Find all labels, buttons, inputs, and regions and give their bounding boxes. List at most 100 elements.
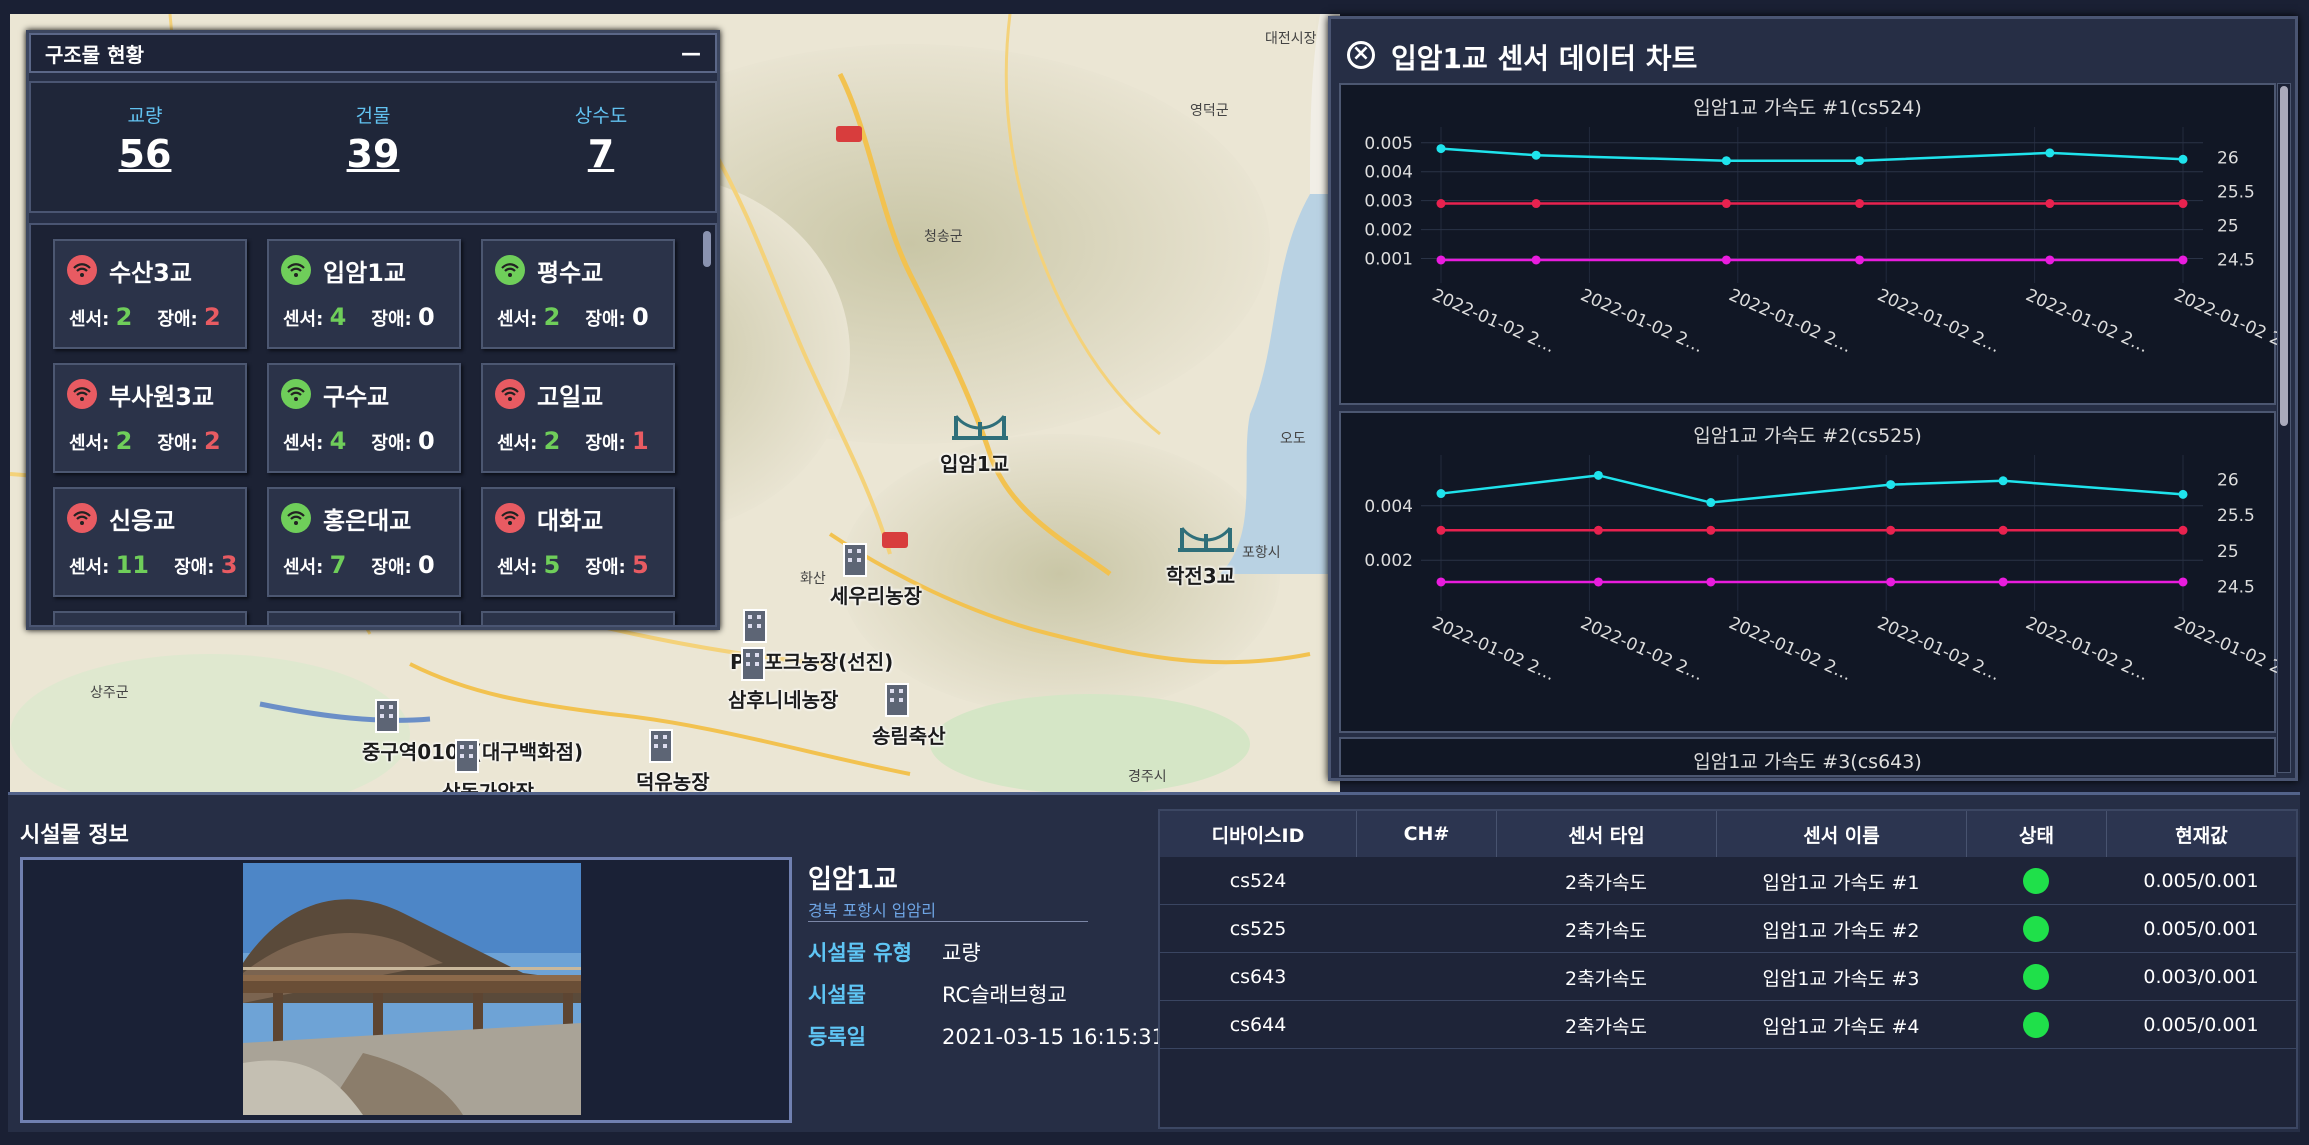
structure-card[interactable]: [267, 611, 461, 625]
data-point[interactable]: [1855, 255, 1865, 265]
sensor-label: 센서:: [497, 433, 538, 454]
count-value[interactable]: 7: [487, 132, 715, 176]
structure-card-name: 대화교: [537, 507, 604, 535]
x-tick-label: 2022-01-02 2…: [1874, 613, 2003, 685]
chart-3: 입암1교 가속도 #3(cs643): [1339, 737, 2276, 777]
data-point[interactable]: [1436, 255, 1446, 265]
y2-tick-label: 25: [2217, 542, 2239, 562]
y-tick-label: 0.002: [1364, 551, 1413, 571]
table-row[interactable]: cs644 2축가속도 입암1교 가속도 #4 0.005/0.001: [1160, 1001, 2296, 1049]
data-point[interactable]: [1998, 577, 2008, 587]
col-header-sensor-name[interactable]: 센서 이름: [1716, 811, 1966, 857]
wifi-icon: [495, 379, 525, 409]
data-point[interactable]: [1436, 525, 1446, 535]
map-site-label[interactable]: 세우리농장: [830, 580, 922, 609]
data-point[interactable]: [1706, 577, 1716, 587]
data-point[interactable]: [2178, 489, 2188, 499]
table-row[interactable]: cs525 2축가속도 입암1교 가속도 #2 0.005/0.001: [1160, 905, 2296, 953]
data-point[interactable]: [1706, 498, 1716, 508]
x-tick-label: 2022-01-02 2…: [2171, 285, 2278, 357]
table-row[interactable]: cs524 2축가속도 입암1교 가속도 #1 0.005/0.001: [1160, 857, 2296, 905]
structure-card[interactable]: 입암1교 센서: 4 장애: 0: [267, 239, 461, 349]
structure-card[interactable]: 평수교 센서: 2 장애: 0: [481, 239, 675, 349]
close-icon[interactable]: ×: [1347, 41, 1375, 69]
data-point[interactable]: [2178, 199, 2188, 209]
data-point[interactable]: [1531, 255, 1541, 265]
map-site-label[interactable]: 덕유농장: [636, 766, 710, 794]
fault-count: 0: [418, 303, 435, 331]
wifi-icon: [67, 255, 97, 285]
data-point[interactable]: [1721, 255, 1731, 265]
count-value[interactable]: 39: [259, 132, 487, 176]
data-point[interactable]: [1998, 525, 2008, 535]
chart-scrollbar[interactable]: [2277, 83, 2291, 773]
structure-card[interactable]: [481, 611, 675, 625]
structure-card[interactable]: 부사원3교 센서: 2 장애: 2: [53, 363, 247, 473]
fault-count: 0: [418, 427, 435, 455]
data-point[interactable]: [1436, 199, 1446, 209]
structure-card[interactable]: 대화교 센서: 5 장애: 5: [481, 487, 675, 597]
data-point[interactable]: [2178, 255, 2188, 265]
data-point[interactable]: [1436, 144, 1446, 154]
data-point[interactable]: [1436, 577, 1446, 587]
data-point[interactable]: [1531, 199, 1541, 209]
data-point[interactable]: [2178, 154, 2188, 164]
data-point[interactable]: [1886, 480, 1896, 490]
data-point[interactable]: [2178, 577, 2188, 587]
count-buildings[interactable]: 건물 39: [259, 83, 487, 211]
table-row[interactable]: cs643 2축가속도 입암1교 가속도 #3 0.003/0.001: [1160, 953, 2296, 1001]
table-cell-value: 0.005/0.001: [2143, 918, 2259, 940]
structure-card[interactable]: [53, 611, 247, 625]
data-point[interactable]: [1886, 577, 1896, 587]
count-value[interactable]: 56: [31, 132, 259, 176]
card-list-scrollbar[interactable]: [703, 231, 711, 267]
chart-scrollbar-thumb[interactable]: [2280, 86, 2288, 426]
facility-name: 입암1교: [808, 865, 898, 895]
col-header-sensor-type[interactable]: 센서 타입: [1496, 811, 1716, 857]
count-bridges[interactable]: 교량 56: [31, 83, 259, 211]
data-point[interactable]: [1721, 156, 1731, 166]
data-point[interactable]: [2045, 255, 2055, 265]
count-waterworks[interactable]: 상수도 7: [487, 83, 715, 211]
structure-card[interactable]: 홍은대교 센서: 7 장애: 0: [267, 487, 461, 597]
data-point[interactable]: [2045, 148, 2055, 158]
sensor-count: 11: [115, 551, 150, 579]
map-site-label[interactable]: 학전3교: [1166, 560, 1235, 589]
table-cell-id: cs644: [1229, 1014, 1287, 1036]
y-tick-label: 0.003: [1364, 192, 1413, 212]
structure-card-list[interactable]: 수산3교 센서: 2 장애: 2 입암1교 센서: 4 장애: 0 평수교 센서: 2 장…: [29, 223, 717, 627]
data-point[interactable]: [2045, 199, 2055, 209]
x-tick-label: 2022-01-02 2…: [1577, 613, 1706, 685]
col-header-ch[interactable]: CH#: [1356, 811, 1496, 857]
col-header-device-id[interactable]: 디바이스ID: [1160, 811, 1356, 857]
data-point[interactable]: [1855, 156, 1865, 166]
wifi-icon: [495, 255, 525, 285]
data-point[interactable]: [1886, 525, 1896, 535]
map-site-label[interactable]: 송림축산: [872, 720, 946, 749]
count-label: 상수도: [574, 105, 628, 127]
data-point[interactable]: [1593, 470, 1603, 480]
structure-card[interactable]: 신응교 센서: 11 장애: 3: [53, 487, 247, 597]
data-point[interactable]: [1593, 577, 1603, 587]
data-point[interactable]: [1706, 525, 1716, 535]
col-header-status[interactable]: 상태: [1966, 811, 2106, 857]
structure-card[interactable]: 구수교 센서: 4 장애: 0: [267, 363, 461, 473]
data-point[interactable]: [1593, 525, 1603, 535]
data-point[interactable]: [2178, 525, 2188, 535]
data-point[interactable]: [1998, 476, 2008, 486]
map-site-label[interactable]: 삼후니네농장: [728, 684, 838, 713]
sensor-count: 4: [329, 427, 347, 455]
map-site-label[interactable]: 입암1교: [940, 448, 1009, 477]
table-cell-id: cs525: [1229, 918, 1287, 940]
series-line: [1440, 474, 2184, 504]
wifi-icon: [495, 503, 525, 533]
data-point[interactable]: [1436, 489, 1446, 499]
data-point[interactable]: [1531, 150, 1541, 160]
col-header-value[interactable]: 현재값: [2106, 811, 2296, 857]
structure-card-stats: 센서: 7 장애: 0: [283, 551, 435, 579]
data-point[interactable]: [1721, 199, 1731, 209]
minimize-button[interactable]: —: [681, 41, 701, 65]
structure-card[interactable]: 수산3교 센서: 2 장애: 2: [53, 239, 247, 349]
structure-card[interactable]: 고일교 센서: 2 장애: 1: [481, 363, 675, 473]
data-point[interactable]: [1855, 199, 1865, 209]
